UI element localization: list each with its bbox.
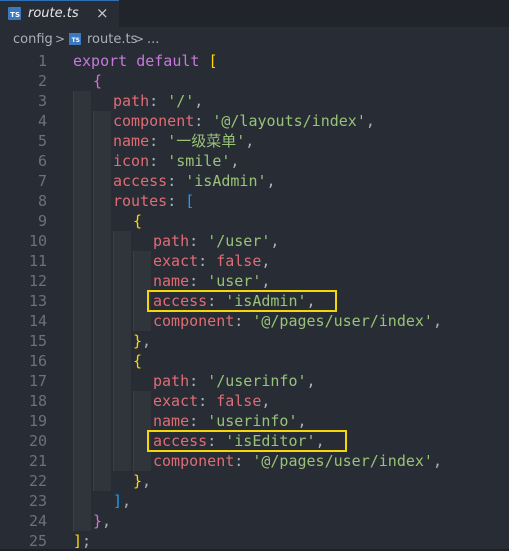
- code-line[interactable]: 3 path: '/',: [0, 91, 509, 111]
- line-number: 20: [28, 432, 47, 450]
- code-line[interactable]: 5 name: '一级菜单',: [0, 131, 509, 151]
- code-line[interactable]: 6 icon: 'smile',: [0, 151, 509, 171]
- code-text: name: 'user',: [153, 272, 271, 290]
- code-line[interactable]: 22},: [0, 471, 509, 491]
- line-number: 14: [28, 312, 47, 330]
- close-icon[interactable]: ×: [96, 4, 109, 22]
- code-editor[interactable]: 1 export default [2{3 path: '/', 4 component…: [0, 51, 509, 551]
- code-line[interactable]: 11 exact: false,: [0, 251, 509, 271]
- code-text: path: '/userinfo',: [153, 372, 316, 390]
- line-number: 23: [28, 492, 47, 510]
- code-text: {: [133, 212, 143, 230]
- typescript-file-icon: TS: [69, 33, 81, 45]
- code-line[interactable]: 7 access: 'isAdmin',: [0, 171, 509, 191]
- line-number: 8: [37, 192, 47, 210]
- line-number: 22: [28, 472, 47, 490]
- line-number: 25: [28, 532, 47, 550]
- code-line[interactable]: 14 component: '@/pages/user/index',: [0, 311, 509, 331]
- line-number: 18: [28, 392, 47, 410]
- typescript-file-icon: TS: [8, 7, 21, 20]
- code-line[interactable]: 25];: [0, 531, 509, 551]
- code-text: export default [: [73, 52, 218, 70]
- highlight-box: [147, 290, 337, 312]
- code-line[interactable]: 10 path: '/user',: [0, 231, 509, 251]
- code-line[interactable]: 8 routes: [: [0, 191, 509, 211]
- breadcrumb: config > TS route.ts > ...: [0, 27, 509, 51]
- code-text: name: '一级菜单',: [113, 132, 255, 150]
- code-text: {: [93, 72, 103, 90]
- code-text: routes: [: [113, 192, 195, 210]
- code-text: ];: [73, 532, 92, 550]
- code-text: icon: 'smile',: [113, 152, 240, 170]
- tab-label: route.ts: [28, 6, 79, 21]
- breadcrumb-file[interactable]: route.ts: [87, 32, 137, 47]
- line-number: 4: [37, 112, 47, 130]
- code-line[interactable]: 1 export default [: [0, 51, 509, 71]
- line-number: 9: [37, 212, 47, 230]
- code-line[interactable]: 21 component: '@/pages/user/index',: [0, 451, 509, 471]
- line-number: 3: [37, 92, 47, 110]
- line-number: 13: [28, 292, 47, 310]
- code-line[interactable]: 2{: [0, 71, 509, 91]
- line-number: 2: [37, 72, 47, 90]
- chevron-right-icon: >: [134, 32, 145, 46]
- code-text: ],: [113, 492, 132, 510]
- code-line[interactable]: 18 exact: false,: [0, 391, 509, 411]
- line-number: 21: [28, 452, 47, 470]
- breadcrumb-symbols[interactable]: ...: [147, 32, 159, 47]
- code-line[interactable]: 17 path: '/userinfo',: [0, 371, 509, 391]
- code-text: name: 'userinfo',: [153, 412, 307, 430]
- code-line[interactable]: 15},: [0, 331, 509, 351]
- code-text: {: [133, 352, 143, 370]
- code-text: },: [93, 512, 112, 530]
- line-number: 17: [28, 372, 47, 390]
- code-text: path: '/',: [113, 92, 204, 110]
- breadcrumb-folder[interactable]: config: [13, 32, 53, 47]
- code-text: exact: false,: [153, 392, 271, 410]
- line-number: 6: [37, 152, 47, 170]
- code-line[interactable]: 9{: [0, 211, 509, 231]
- code-line[interactable]: 16 {: [0, 351, 509, 371]
- line-number: 7: [37, 172, 47, 190]
- code-text: exact: false,: [153, 252, 271, 270]
- line-number: 12: [28, 272, 47, 290]
- tab-route-ts[interactable]: TS route.ts ×: [0, 0, 119, 27]
- line-number: 24: [28, 512, 47, 530]
- code-text: component: '@/pages/user/index',: [153, 312, 442, 330]
- code-line[interactable]: 4 component: '@/layouts/index',: [0, 111, 509, 131]
- chevron-right-icon: >: [55, 32, 66, 46]
- code-text: component: '@/pages/user/index',: [153, 452, 442, 470]
- code-text: component: '@/layouts/index',: [113, 112, 375, 130]
- editor-tab-bar: TS route.ts ×: [0, 0, 509, 27]
- line-number: 19: [28, 412, 47, 430]
- code-line[interactable]: 24},: [0, 511, 509, 531]
- code-line[interactable]: 19 name: 'userinfo',: [0, 411, 509, 431]
- code-text: path: '/user',: [153, 232, 280, 250]
- line-number: 5: [37, 132, 47, 150]
- line-number: 1: [37, 52, 47, 70]
- highlight-box: [147, 430, 347, 452]
- code-text: },: [133, 332, 152, 350]
- code-line[interactable]: 23],: [0, 491, 509, 511]
- code-line[interactable]: 12 name: 'user',: [0, 271, 509, 291]
- line-number: 11: [28, 252, 47, 270]
- line-number: 16: [28, 352, 47, 370]
- line-number: 10: [28, 232, 47, 250]
- code-text: },: [133, 472, 152, 490]
- line-number: 15: [28, 332, 47, 350]
- code-text: access: 'isAdmin',: [113, 172, 276, 190]
